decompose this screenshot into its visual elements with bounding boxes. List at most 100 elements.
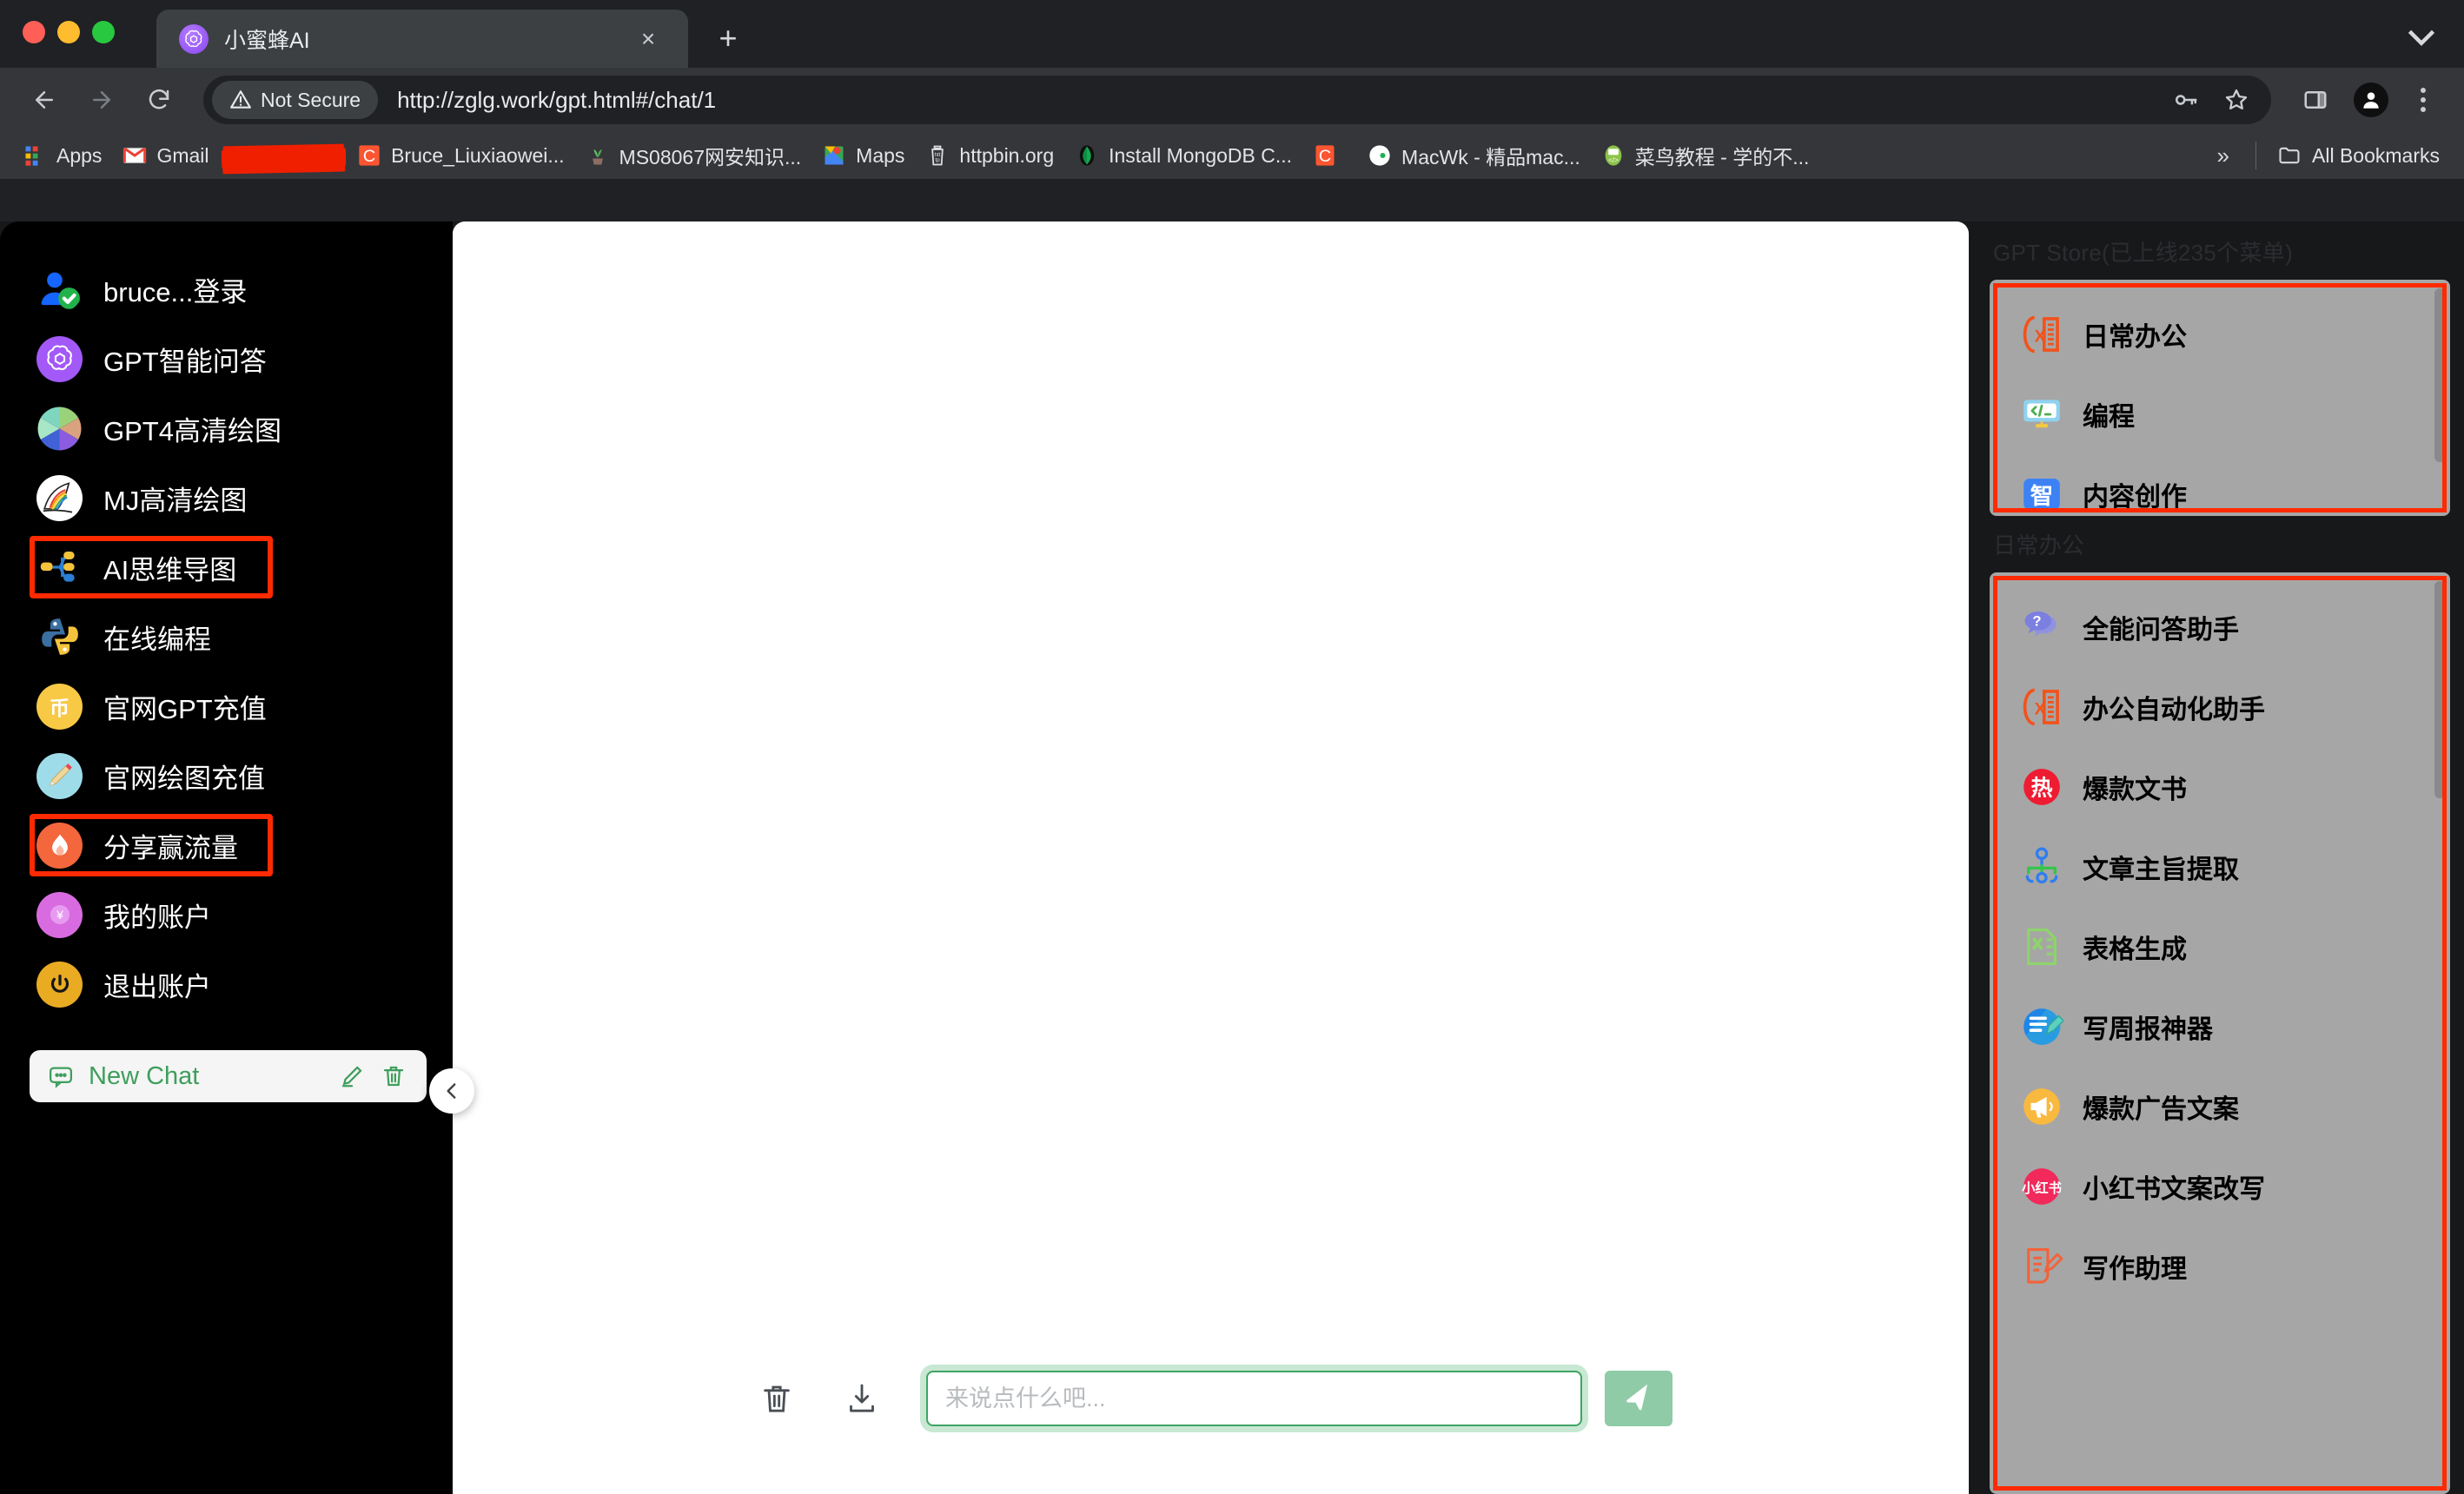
- window-controls[interactable]: [23, 21, 115, 43]
- sidebar-item-online-coding[interactable]: 在线编程: [0, 602, 453, 671]
- sidebar-item-label: 我的账户: [103, 902, 211, 933]
- yen-account-icon: ¥: [36, 891, 83, 938]
- mindmap-icon: [36, 545, 83, 591]
- category-item-table-generation[interactable]: 表格生成: [1997, 907, 2442, 987]
- chat-list-item[interactable]: New Chat: [30, 1050, 427, 1102]
- sidebar-item-account-login[interactable]: bruce...登录: [0, 255, 453, 324]
- category-item-office-automation[interactable]: X 办公自动化助手: [1997, 667, 2442, 747]
- csdn-icon: C: [1313, 143, 1337, 168]
- pencil-icon: [36, 752, 83, 799]
- category-item-weekly-report[interactable]: 写周报神器: [1997, 987, 2442, 1067]
- close-window-button[interactable]: [23, 21, 45, 43]
- download-icon[interactable]: [834, 1371, 890, 1426]
- bookmark-maps[interactable]: Maps: [811, 138, 915, 173]
- sidebar-collapse-button[interactable]: [429, 1068, 474, 1114]
- category-item-article-summary[interactable]: 文章主旨提取: [1997, 827, 2442, 907]
- bookmark-label: Gmail: [156, 143, 209, 167]
- report-pen-icon: [2020, 1005, 2063, 1048]
- forward-arrow-icon[interactable]: [76, 75, 127, 125]
- chat-main-area: [453, 221, 1969, 1494]
- sidebar-item-label: 在线编程: [103, 624, 211, 655]
- category-item-qa-assistant[interactable]: ? 全能问答助手: [1997, 587, 2442, 667]
- pencil-edit-icon[interactable]: [338, 1062, 366, 1090]
- message-input-wrapper[interactable]: [926, 1371, 1582, 1426]
- message-input[interactable]: [928, 1372, 1580, 1425]
- sidebar-item-gpt-chat[interactable]: GPT智能问答: [0, 324, 453, 393]
- bookmark-gmail[interactable]: Gmail: [112, 138, 219, 173]
- store-category-content-creation[interactable]: 智 内容创作: [1997, 454, 2442, 508]
- sidebar-item-mj-draw[interactable]: MJ高清绘图: [0, 463, 453, 532]
- reload-icon[interactable]: [134, 75, 184, 125]
- tab-title: 小蜜蜂AI: [224, 28, 310, 53]
- sidebar-item-share-traffic[interactable]: 分享赢流量: [0, 810, 453, 880]
- bookmark-ms08067[interactable]: MS08067网安知识...: [575, 136, 812, 175]
- bookmark-mongodb[interactable]: Install MongoDB C...: [1064, 138, 1302, 173]
- gpt-store-highlight-frame: X 日常办公 编程 智 内容创作: [1993, 283, 2447, 512]
- zhi-square-icon: 智: [2020, 473, 2063, 508]
- composer-bar: [453, 1329, 1969, 1494]
- maximize-window-button[interactable]: [92, 21, 115, 43]
- sidebar-item-gpt4-draw[interactable]: GPT4高清绘图: [0, 393, 453, 463]
- all-bookmarks-button[interactable]: All Bookmarks: [2269, 138, 2448, 173]
- browser-toolbar: Not Secure http://zglg.work/gpt.html#/ch…: [0, 68, 2464, 132]
- openai-icon: [36, 335, 83, 382]
- back-arrow-icon[interactable]: [19, 75, 70, 125]
- profile-avatar-icon[interactable]: [2346, 75, 2396, 125]
- right-panel: GPT Store(已上线235个菜单) X 日常办公 编程 智 内容创作 日常…: [1981, 221, 2464, 1494]
- svg-text:¥: ¥: [56, 908, 63, 922]
- bookmark-label: Bruce_Liuxiaowei...: [391, 143, 565, 167]
- category-item-label: 文章主旨提取: [2083, 856, 2239, 884]
- all-bookmarks-label: All Bookmarks: [2312, 143, 2440, 167]
- key-icon[interactable]: [2163, 77, 2209, 122]
- redaction-mark: [221, 147, 346, 169]
- minimize-window-button[interactable]: [57, 21, 80, 43]
- midjourney-icon: [36, 474, 83, 521]
- bookmark-youtube-redacted[interactable]: Youtube: [220, 138, 348, 173]
- store-category-daily-office[interactable]: X 日常办公: [1997, 294, 2442, 374]
- bookmark-csdn[interactable]: C: [1302, 138, 1357, 173]
- sidebar-item-gpt-topup[interactable]: 币 官网GPT充值: [0, 671, 453, 741]
- address-bar[interactable]: Not Secure http://zglg.work/gpt.html#/ch…: [203, 76, 2271, 124]
- trash-icon[interactable]: [749, 1371, 805, 1426]
- excel-icon: X: [2020, 313, 2063, 356]
- browser-tab[interactable]: 小蜜蜂AI ×: [156, 10, 688, 68]
- category-item-label: 写作助理: [2083, 1255, 2187, 1284]
- bookmark-bruce-liuxiaowei[interactable]: C Bruce_Liuxiaowei...: [347, 138, 574, 173]
- category-box: ? 全能问答助手 X 办公自动化助手 热 爆款文书 文章主旨提取 表格生成 写周…: [1990, 572, 2450, 1494]
- bookmark-macwk[interactable]: MacWk - 精品mac...: [1357, 136, 1591, 175]
- category-item-hot-documents[interactable]: 热 爆款文书: [1997, 747, 2442, 827]
- bookmarks-overflow-button[interactable]: »: [2203, 139, 2243, 173]
- side-panel-icon[interactable]: [2290, 75, 2341, 125]
- chevron-down-icon[interactable]: [2398, 14, 2445, 61]
- security-indicator[interactable]: Not Secure: [212, 81, 379, 119]
- sidebar-item-label: MJ高清绘图: [103, 485, 248, 516]
- bookmark-httpbin[interactable]: htt tp httpbin.org: [915, 138, 1064, 173]
- svg-text:小红书: 小红书: [2022, 1180, 2062, 1196]
- gmail-icon: [123, 143, 147, 168]
- bookmark-label: Apps: [56, 143, 103, 167]
- category-item-xiaohongshu-rewrite[interactable]: 小红书 小红书文案改写: [1997, 1147, 2442, 1226]
- send-button[interactable]: [1605, 1371, 1672, 1426]
- sidebar-item-logout[interactable]: 退出账户: [0, 949, 453, 1019]
- svg-text:C: C: [363, 147, 375, 166]
- star-icon[interactable]: [2214, 77, 2259, 122]
- category-list: ? 全能问答助手 X 办公自动化助手 热 爆款文书 文章主旨提取 表格生成 写周…: [1997, 580, 2442, 1486]
- sidebar-item-ai-mindmap[interactable]: AI思维导图: [0, 532, 453, 602]
- svg-text:?: ?: [2032, 613, 2041, 630]
- category-item-ad-copy[interactable]: 爆款广告文案: [1997, 1067, 2442, 1147]
- bookmark-apps[interactable]: Apps: [12, 138, 112, 173]
- sidebar-item-label: 官网GPT充值: [103, 693, 267, 724]
- trash-icon[interactable]: [380, 1062, 407, 1090]
- category-item-writing-assistant[interactable]: 写作助理: [1997, 1226, 2442, 1306]
- close-tab-button[interactable]: ×: [631, 22, 666, 56]
- bookmark-runoob[interactable]: </> 菜鸟教程 - 学的不...: [1591, 136, 1820, 175]
- app-root: bruce...登录 GPT智能问答 GPT4高清绘图 MJ高清绘图 AI思维导…: [0, 221, 2464, 1494]
- new-tab-button[interactable]: +: [704, 14, 752, 63]
- sidebar-item-my-account[interactable]: ¥ 我的账户: [0, 880, 453, 949]
- sidebar-item-draw-topup[interactable]: 官网绘图充值: [0, 741, 453, 810]
- folder-icon: [2277, 143, 2302, 168]
- store-category-programming[interactable]: 编程: [1997, 374, 2442, 454]
- url-text: http://zglg.work/gpt.html#/chat/1: [397, 86, 717, 113]
- bookmarks-bar: Apps Gmail Youtube C Bruce_Liuxiaowei...: [0, 132, 2464, 179]
- kebab-menu-icon[interactable]: [2401, 78, 2445, 122]
